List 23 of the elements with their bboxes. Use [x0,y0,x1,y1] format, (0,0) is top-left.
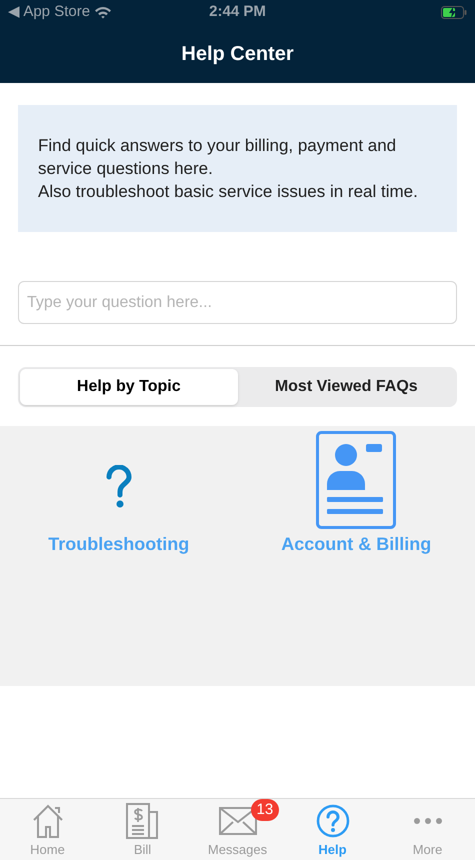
topic-link[interactable]: Troubleshooting [48,531,190,558]
question-input-field[interactable]: Type your question here... [18,281,457,324]
intro-text: Find quick answers to your billing, payment and service questions here. Also troubleshoot basic service issues in real time. [38,135,419,203]
screen-title: Help Center [181,42,294,67]
question-mark-icon [104,465,133,509]
topic-link[interactable]: Account & Billing [281,531,432,558]
segment-tab[interactable]: Help by Topic [20,369,238,405]
tab-bar-item[interactable]: Bill [95,799,190,860]
help-icon [316,804,350,838]
envelope-icon [218,807,256,835]
tab-bar-item[interactable]: More [380,799,475,860]
house-icon [30,803,64,839]
battery-icon [441,6,468,19]
id-card-icon [316,431,396,529]
tab-bar-item[interactable]: Home [0,799,95,860]
wifi-icon [94,6,112,19]
segment-tab[interactable]: Most Viewed FAQs [238,369,455,405]
more-icon [412,817,442,825]
tab-bar-item[interactable]: Help [285,799,380,860]
status-time: 2:44 PM [209,2,266,22]
tab-bar-item[interactable]: 13 Messages [190,799,285,860]
unread-count-badge: 13 [250,799,280,821]
back-to-app-store-link[interactable]: ◀ App Store [8,1,90,24]
